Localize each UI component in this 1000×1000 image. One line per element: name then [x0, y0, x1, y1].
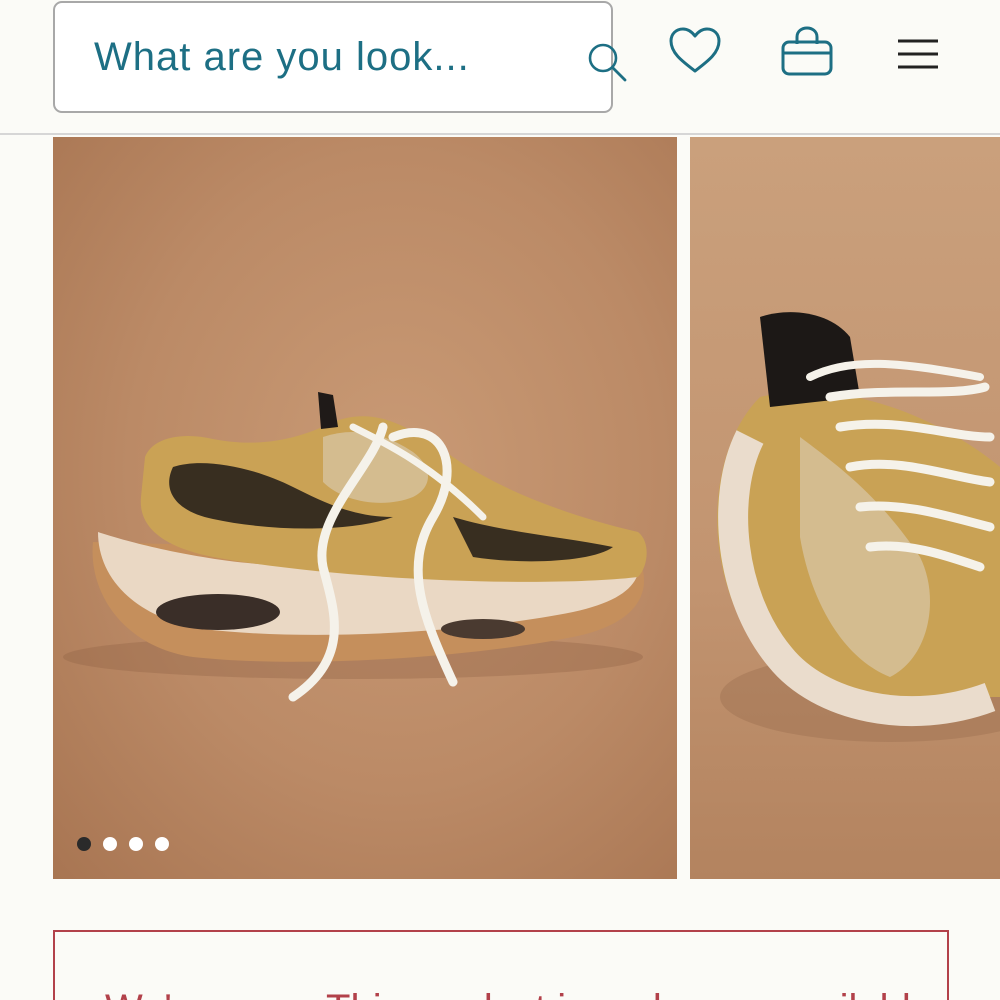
- notice-text: We're sorry. This product is no longer a…: [105, 987, 944, 1000]
- shopping-bag-icon[interactable]: [780, 26, 834, 76]
- pagination-dot[interactable]: [129, 837, 143, 851]
- search-icon[interactable]: [585, 40, 629, 84]
- product-image-1[interactable]: [53, 137, 677, 879]
- sneaker-front-illustration: [717, 312, 1000, 742]
- hamburger-menu-icon[interactable]: [896, 38, 940, 70]
- pagination-dot[interactable]: [103, 837, 117, 851]
- site-header: What are you look...: [0, 0, 1000, 135]
- sneaker-side-illustration: [63, 392, 647, 702]
- product-image-2[interactable]: [690, 137, 1000, 879]
- pagination-dot[interactable]: [155, 837, 169, 851]
- search-input[interactable]: What are you look...: [53, 1, 627, 113]
- pagination-dot[interactable]: [77, 837, 91, 851]
- product-image-gallery[interactable]: [53, 137, 1000, 879]
- gallery-pagination: [77, 837, 169, 851]
- product-page: What are you look...: [0, 0, 1000, 1000]
- unavailable-notice: We're sorry. This product is no longer a…: [53, 930, 949, 1000]
- heart-icon[interactable]: [668, 26, 722, 76]
- search-placeholder[interactable]: What are you look...: [94, 35, 470, 80]
